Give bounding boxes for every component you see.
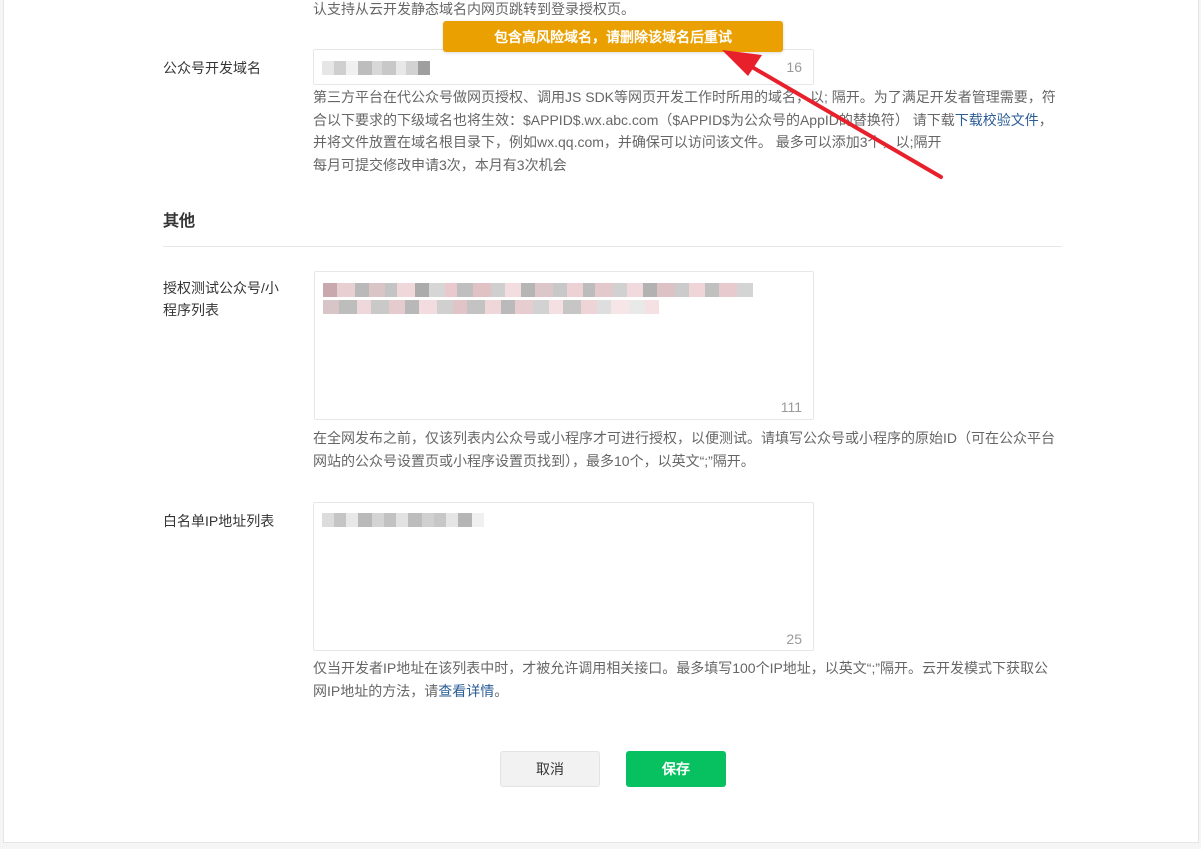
redacted-ip-text bbox=[322, 513, 484, 527]
dev-domain-input[interactable]: 16 bbox=[313, 49, 814, 85]
dev-domain-desc-line2: 合以下要求的下级域名也将生效：$APPID$.wx.abc.com（$APPID… bbox=[313, 109, 1073, 132]
view-details-link[interactable]: 查看详情 bbox=[438, 683, 494, 699]
top-partial-description: 认支持从云开发静态域名内网页跳转到登录授权页。 bbox=[313, 1, 635, 17]
dev-domain-desc-line3: 并将文件放置在域名根目录下，例如wx.qq.com，并确保可以访问该文件。 最多… bbox=[313, 134, 942, 150]
dev-domain-label: 公众号开发域名 bbox=[163, 60, 261, 76]
test-list-desc-line2: 网站的公众号设置页或小程序设置页找到），最多10个，以英文“;”隔开。 bbox=[313, 452, 755, 469]
test-list-char-count: 111 bbox=[780, 399, 802, 415]
dev-domain-char-count: 16 bbox=[786, 59, 802, 75]
ip-whitelist-desc-line1: 仅当开发者IP地址在该列表中时，才被允许调用相关接口。最多填写100个IP地址，… bbox=[313, 660, 1049, 676]
test-list-label-line1: 授权测试公众号/小 bbox=[163, 280, 279, 296]
section-divider bbox=[163, 246, 1062, 247]
ip-whitelist-label: 白名单IP地址列表 bbox=[163, 513, 275, 529]
test-list-label: 授权测试公众号/小 程序列表 bbox=[163, 277, 279, 321]
dev-domain-desc-line4: 每月可提交修改申请3次，本月有3次机会 bbox=[313, 156, 567, 173]
save-button[interactable]: 保存 bbox=[626, 751, 726, 787]
test-list-textarea[interactable]: 111 bbox=[314, 271, 814, 420]
test-list-desc-line1: 在全网发布之前，仅该列表内公众号或小程序才可进行授权，以便测试。请填写公众号或小… bbox=[313, 430, 1055, 446]
ip-whitelist-textarea[interactable]: 25 bbox=[313, 502, 814, 651]
redacted-appid-row-1 bbox=[323, 283, 753, 297]
ip-whitelist-desc-line2-end: 。 bbox=[494, 682, 509, 699]
redacted-domain-text bbox=[322, 61, 430, 75]
dev-domain-description: 第三方平台在代公众号做网页授权、调用JS SDK等网页开发工作时所用的域名，以;… bbox=[313, 86, 1073, 176]
download-verify-file-link[interactable]: 下载校验文件 bbox=[955, 112, 1039, 128]
cancel-button[interactable]: 取消 bbox=[500, 751, 600, 787]
ip-whitelist-char-count: 25 bbox=[786, 631, 802, 647]
dev-domain-desc-line2-text: 合以下要求的下级域名也将生效：$APPID$.wx.abc.com（$APPID… bbox=[313, 111, 955, 128]
other-section-title: 其他 bbox=[163, 213, 196, 230]
ip-whitelist-description: 仅当开发者IP地址在该列表中时，才被允许调用相关接口。最多填写100个IP地址，… bbox=[313, 657, 1073, 702]
test-list-description: 在全网发布之前，仅该列表内公众号或小程序才可进行授权，以便测试。请填写公众号或小… bbox=[313, 427, 1073, 472]
test-list-label-line2: 程序列表 bbox=[163, 302, 219, 318]
dev-domain-desc-line2-end: ， bbox=[1038, 111, 1053, 128]
redacted-appid-row-2 bbox=[323, 300, 659, 314]
error-toast: 包含高风险域名，请删除该域名后重试 bbox=[443, 21, 783, 52]
dev-domain-desc-line1: 第三方平台在代公众号做网页授权、调用JS SDK等网页开发工作时所用的域名，以;… bbox=[313, 89, 1056, 105]
ip-whitelist-desc-line2: 网IP地址的方法，请查看详情。 bbox=[313, 680, 1073, 703]
ip-whitelist-desc-line2-text: 网IP地址的方法，请 bbox=[313, 682, 439, 699]
